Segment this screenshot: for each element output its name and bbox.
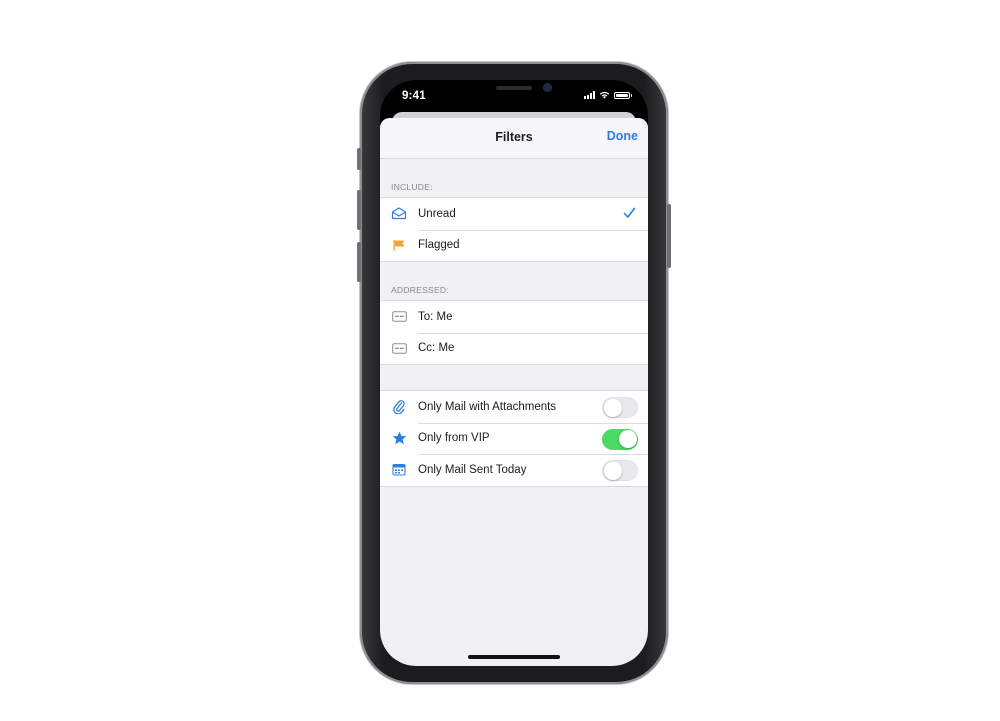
- battery-icon: [614, 91, 632, 99]
- side-button: [667, 204, 671, 268]
- addressed-group: To: Me Cc: Me: [380, 300, 648, 365]
- phone-frame: 9:41 Filters Done INCLUDE: Unread Flagge…: [357, 62, 671, 684]
- checkmark-icon: [623, 207, 636, 218]
- envelope-icon: [391, 207, 407, 220]
- notch: [450, 80, 578, 108]
- addressed-section-header: ADDRESSED:: [391, 285, 449, 295]
- include-group: Unread Flagged: [380, 197, 648, 262]
- flag-icon: [393, 239, 405, 251]
- nav-bar: Filters Done: [380, 118, 648, 159]
- done-button[interactable]: Done: [607, 129, 638, 143]
- toggle-knob: [618, 430, 637, 448]
- star-icon: [392, 431, 406, 445]
- front-camera: [544, 84, 551, 91]
- filter-row-unread[interactable]: Unread: [380, 198, 648, 230]
- phone-screen: 9:41 Filters Done INCLUDE: Unread Flagge…: [380, 80, 648, 666]
- filter-row-cc-me[interactable]: Cc: Me: [380, 332, 648, 365]
- toggle-knob: [603, 398, 622, 417]
- filter-row-to-me[interactable]: To: Me: [380, 301, 648, 333]
- home-indicator[interactable]: [468, 655, 560, 659]
- status-time: 9:41: [402, 90, 426, 102]
- filter-row-flagged[interactable]: Flagged: [380, 229, 648, 262]
- calendar-icon: [392, 464, 406, 476]
- cellular-signal-icon: [584, 91, 595, 99]
- vip-toggle[interactable]: [602, 428, 638, 450]
- toggle-knob: [603, 461, 622, 480]
- unread-label: Unread: [418, 207, 456, 220]
- to-badge-icon: [391, 311, 407, 323]
- to-me-label: To: Me: [418, 310, 453, 323]
- cc-badge-icon: [391, 342, 407, 354]
- option-row-attachments: Only Mail with Attachments: [380, 391, 648, 423]
- wifi-icon: [599, 91, 610, 99]
- include-section-header: INCLUDE:: [391, 182, 433, 192]
- paperclip-icon: [393, 400, 405, 415]
- option-row-sent-today: Only Mail Sent Today: [380, 454, 648, 486]
- options-group: Only Mail with Attachments Only from VIP: [380, 390, 648, 487]
- volume-up-button: [357, 190, 361, 230]
- volume-down-button: [357, 242, 361, 282]
- flagged-label: Flagged: [418, 239, 460, 252]
- speaker-grille: [496, 86, 532, 90]
- filters-sheet: Filters Done INCLUDE: Unread Flagged ADD…: [380, 118, 648, 666]
- cc-me-label: Cc: Me: [418, 342, 455, 355]
- status-icons: [584, 91, 632, 99]
- silent-switch: [357, 148, 361, 170]
- option-row-vip: Only from VIP: [380, 422, 648, 455]
- attachments-toggle[interactable]: [602, 397, 638, 418]
- sent-today-toggle[interactable]: [602, 460, 638, 481]
